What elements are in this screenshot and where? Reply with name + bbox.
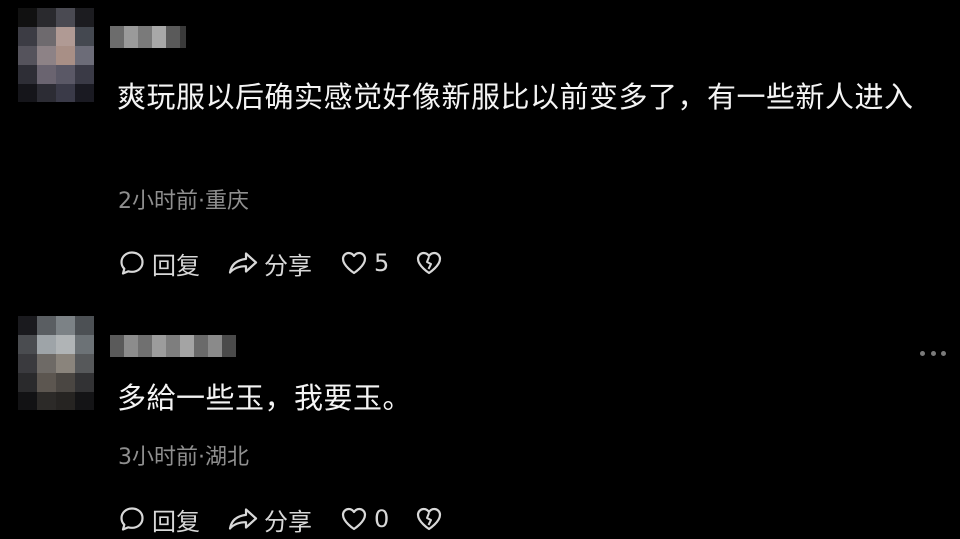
share-label: 分享: [264, 507, 312, 536]
share-label: 分享: [264, 251, 312, 280]
comment-text: 爽玩服以后确实感觉好像新服比以前变多了，有一些新人进入: [117, 80, 914, 114]
like-button[interactable]: 0: [340, 505, 389, 533]
more-dots-icon[interactable]: [920, 348, 946, 358]
share-arrow-icon: [228, 508, 258, 530]
share-button[interactable]: 分享: [226, 246, 312, 281]
reply-button[interactable]: 回复: [118, 246, 200, 281]
comment-item: 多給一些玉，我要玉。 3小时前·湖北 回复 分享 0: [0, 290, 960, 539]
comment-actions: 回复 分享 5: [118, 246, 443, 281]
like-count: 5: [374, 249, 390, 277]
dislike-button[interactable]: [415, 249, 443, 277]
comment-text: 多給一些玉，我要玉。: [117, 381, 413, 415]
like-count: 0: [374, 505, 390, 533]
heart-icon: [341, 251, 367, 275]
comment-bubble-icon: [120, 507, 144, 531]
reply-button[interactable]: 回复: [118, 502, 200, 537]
comment-meta: 2小时前·重庆: [118, 189, 249, 214]
reply-label: 回复: [152, 507, 200, 536]
broken-heart-icon: [417, 507, 442, 531]
avatar[interactable]: [18, 8, 94, 102]
dislike-button[interactable]: [415, 505, 443, 533]
comment-meta: 3小时前·湖北: [118, 445, 249, 470]
like-button[interactable]: 5: [340, 249, 389, 277]
avatar[interactable]: [18, 316, 94, 410]
heart-icon: [341, 507, 367, 531]
reply-label: 回复: [152, 251, 200, 280]
comment-actions: 回复 分享 0: [118, 502, 443, 537]
comment-item: 爽玩服以后确实感觉好像新服比以前变多了，有一些新人进入 2小时前·重庆 回复 分…: [0, 0, 960, 290]
share-button[interactable]: 分享: [226, 502, 312, 537]
broken-heart-icon: [417, 251, 442, 275]
username-blurred[interactable]: [110, 26, 186, 48]
username-blurred[interactable]: [110, 335, 240, 357]
share-arrow-icon: [228, 252, 258, 274]
comment-bubble-icon: [120, 251, 144, 275]
